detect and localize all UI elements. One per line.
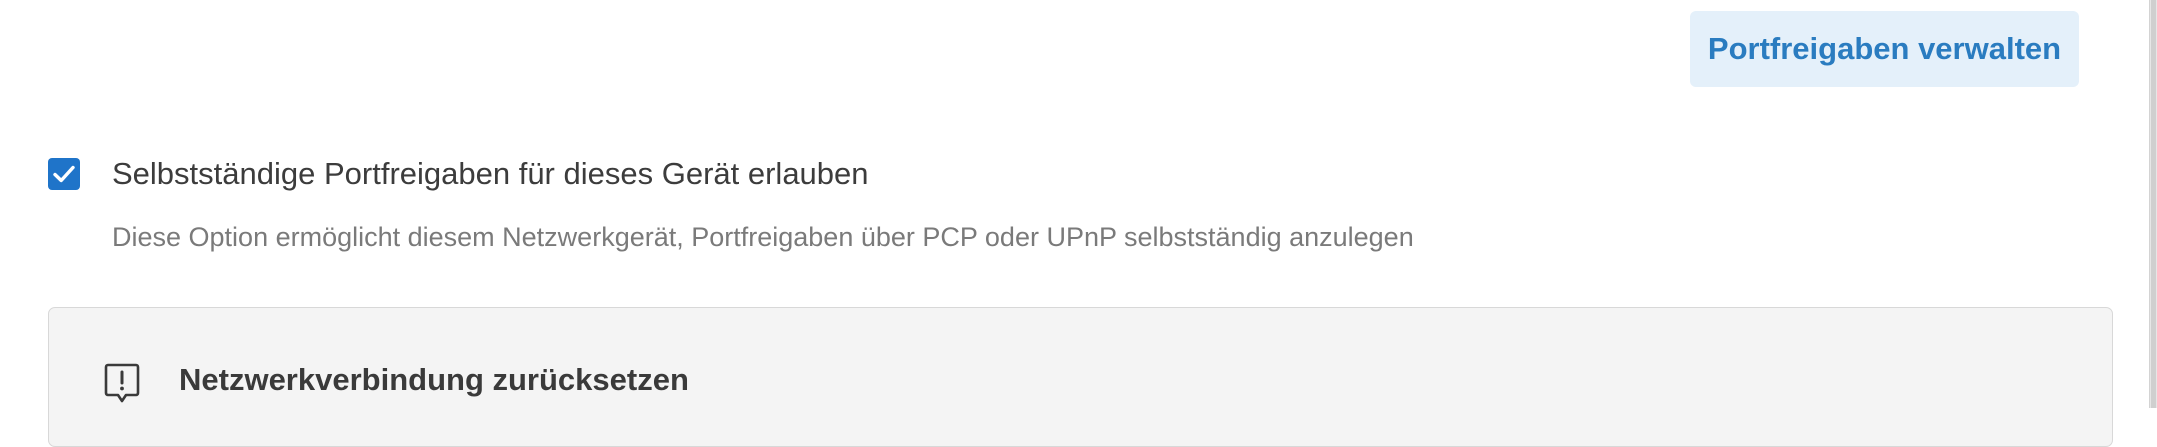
scrollbar[interactable]: [2149, 0, 2157, 408]
auto-port-forward-label[interactable]: Selbstständige Portfreigaben für dieses …: [112, 154, 869, 194]
auto-port-forward-checkbox[interactable]: [48, 158, 80, 190]
auto-port-forward-option: Selbstständige Portfreigaben für dieses …: [48, 154, 869, 194]
reset-connection-title: Netzwerkverbindung zurücksetzen: [179, 362, 689, 397]
check-icon: [53, 165, 75, 183]
manage-port-forwards-button[interactable]: Portfreigaben verwalten: [1690, 11, 2079, 87]
reset-connection-panel: Netzwerkverbindung zurücksetzen: [48, 307, 2113, 447]
alert-message-icon: [104, 362, 140, 404]
page: Portfreigaben verwalten Selbstständige P…: [0, 0, 2157, 447]
auto-port-forward-description: Diese Option ermöglicht diesem Netzwerkg…: [112, 222, 1414, 252]
scrollbar-thumb[interactable]: [2151, 0, 2156, 408]
